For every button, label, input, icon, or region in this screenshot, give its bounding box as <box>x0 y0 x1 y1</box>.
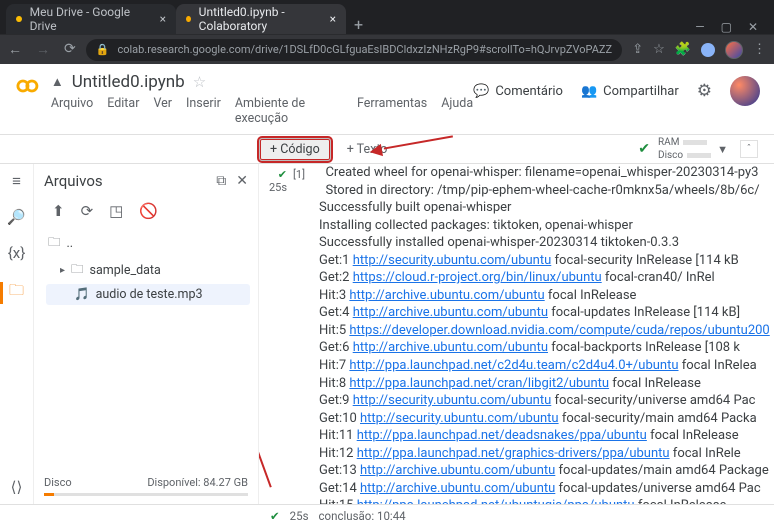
window-maximize-icon[interactable]: ▢ <box>721 20 732 34</box>
window-close-icon[interactable]: ✕ <box>748 20 758 34</box>
user-avatar[interactable] <box>730 76 760 106</box>
browser-tab-colab[interactable]: Untitled0.ipynb - Colaboratory × <box>176 4 346 34</box>
cell-toolbar: + Código + Texto ◀ ✔ RAM Disco ▼ ˆ <box>0 134 774 164</box>
upload-icon[interactable]: ⬆ <box>52 202 65 220</box>
folder-icon: 🗀 <box>71 260 84 281</box>
colab-header: ▲ Untitled0.ipynb ☆ Arquivo Editar Ver I… <box>0 64 774 134</box>
files-title: Arquivos <box>44 172 103 190</box>
tree-parent[interactable]: 🗀.. <box>46 230 250 257</box>
close-icon[interactable]: × <box>160 12 166 26</box>
runtime-resources[interactable]: ✔ RAM Disco ▼ ˆ <box>638 137 774 161</box>
files-icon[interactable]: 🗀 <box>9 280 24 305</box>
reload-icon[interactable]: ⟳ <box>64 41 76 58</box>
status-completion: conclusão: 10:44 <box>319 509 406 523</box>
menu-ver[interactable]: Ver <box>153 96 172 126</box>
status-elapsed: 25s <box>290 509 309 523</box>
close-icon[interactable]: × <box>330 12 336 26</box>
forward-icon: → <box>36 41 50 58</box>
cell-elapsed: 25s <box>259 181 287 194</box>
lock-icon: 🔒 <box>96 43 110 56</box>
toc-icon[interactable]: ≡ <box>12 172 21 190</box>
comment-button[interactable]: 💬Comentário <box>473 84 563 99</box>
audio-file-icon: 🎵 <box>74 287 90 302</box>
drive-icon: ▲ <box>51 74 64 90</box>
menu-arquivo[interactable]: Arquivo <box>51 96 93 126</box>
comment-icon: 💬 <box>473 84 489 99</box>
disk-avail: Disponível: 84.27 GB <box>147 476 248 489</box>
refresh-icon[interactable]: ⟳ <box>81 202 94 220</box>
window-minimize-icon[interactable]: — <box>695 20 704 34</box>
menu-icon[interactable]: ⋮ <box>753 42 766 57</box>
command-icon[interactable]: ⟨⟩ <box>11 478 23 496</box>
menu-ambiente[interactable]: Ambiente de execução <box>235 96 343 126</box>
notebook-area: ✔ 25s [1] Created wheel for openai-whisp… <box>259 164 774 504</box>
tree-folder[interactable]: ▸🗀sample_data <box>46 257 250 284</box>
files-panel: Arquivos ⧉ ✕ ⬆ ⟳ ◳ 🚫 🗀.. ▸🗀sample_data 🎵… <box>34 164 259 504</box>
toolbar-expand-icon[interactable]: ˆ <box>740 140 758 158</box>
menu-ajuda[interactable]: Ajuda <box>441 96 473 126</box>
tree-file[interactable]: 🎵audio de teste.mp3 <box>46 284 250 305</box>
add-code-button[interactable]: + Código <box>259 138 331 161</box>
profile-avatar-icon[interactable] <box>725 41 743 59</box>
hide-icon[interactable]: 🚫 <box>139 202 158 220</box>
browser-tabstrip: Meu Drive - Google Drive × Untitled0.ipy… <box>0 0 774 34</box>
url-text: colab.research.google.com/drive/1DSLfD0c… <box>117 43 612 56</box>
notebook-title[interactable]: Untitled0.ipynb <box>72 72 185 92</box>
menu-ferramentas[interactable]: Ferramentas <box>357 96 427 126</box>
close-panel-icon[interactable]: ✕ <box>236 173 248 189</box>
extensions-icon[interactable]: 🧩 <box>675 42 691 57</box>
new-window-icon[interactable]: ⧉ <box>216 173 226 189</box>
extension-dot-icon[interactable] <box>701 43 715 57</box>
file-tree: 🗀.. ▸🗀sample_data 🎵audio de teste.mp3 <box>34 228 258 309</box>
add-text-button[interactable]: + Texto <box>337 139 398 160</box>
back-icon[interactable]: ← <box>8 41 22 58</box>
tab-label: Untitled0.ipynb - Colaboratory <box>199 5 322 33</box>
tab-label: Meu Drive - Google Drive <box>30 5 152 33</box>
cell-index: [1] <box>293 164 319 504</box>
colab-logo-icon <box>14 72 41 100</box>
left-rail: ≡ 🔍 {x} 🗀 ⟨⟩ <box>0 164 34 504</box>
annotation-arrow-icon: ◀ <box>369 140 383 160</box>
browser-tab-drive[interactable]: Meu Drive - Google Drive × <box>6 4 176 34</box>
search-icon[interactable]: 🔍 <box>7 208 26 226</box>
star-icon[interactable]: ☆ <box>193 73 206 91</box>
mount-drive-icon[interactable]: ◳ <box>109 202 123 220</box>
folder-icon: 🗀 <box>48 233 61 254</box>
check-icon: ✔ <box>270 509 280 523</box>
disk-label: Disco <box>44 476 72 489</box>
menu-inserir[interactable]: Inserir <box>186 96 221 126</box>
cell-output[interactable]: Created wheel for openai-whisper: filena… <box>319 164 774 504</box>
share-people-icon: 👥 <box>581 84 597 99</box>
chevron-right-icon: ▸ <box>60 265 65 276</box>
vars-icon[interactable]: {x} <box>8 244 26 262</box>
share-icon[interactable]: ⇪ <box>632 42 643 57</box>
browser-toolbar: ← → ⟳ 🔒 colab.research.google.com/drive/… <box>0 34 774 64</box>
share-button[interactable]: 👥Compartilhar <box>581 84 679 99</box>
gear-icon[interactable]: ⚙ <box>697 81 712 101</box>
address-bar[interactable]: 🔒 colab.research.google.com/drive/1DSLfD… <box>86 39 623 61</box>
bookmark-icon[interactable]: ☆ <box>653 42 665 57</box>
menu-editar[interactable]: Editar <box>107 96 139 126</box>
check-icon: ✔ <box>638 141 650 157</box>
status-bar: ✔ 25s conclusão: 10:44 <box>0 504 774 526</box>
new-tab-button[interactable]: + <box>346 15 371 34</box>
menu-bar: Arquivo Editar Ver Inserir Ambiente de e… <box>51 92 473 134</box>
cell-gutter: ✔ 25s <box>259 164 293 504</box>
check-icon: ✔ <box>259 168 287 181</box>
